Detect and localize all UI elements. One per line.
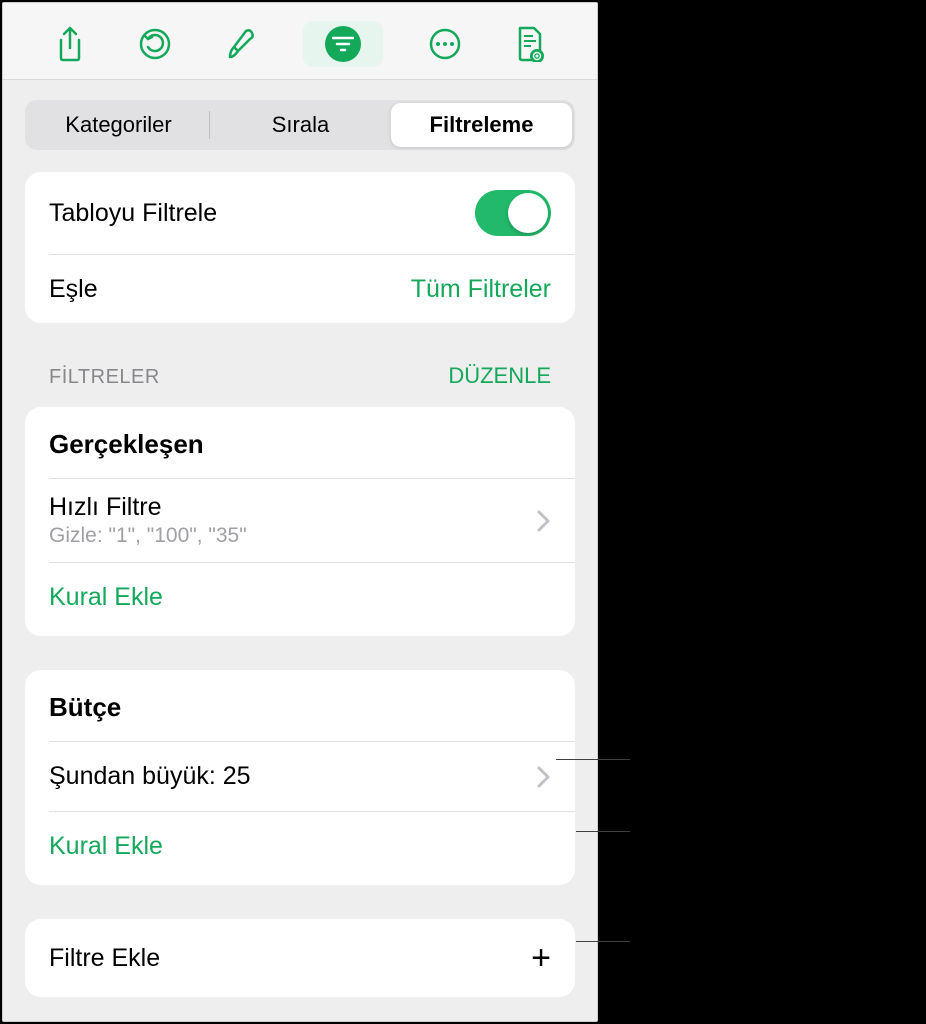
match-value: Tüm Filtreler	[411, 275, 551, 304]
add-rule-button: Kural Ekle	[49, 583, 163, 611]
chevron-right-icon	[537, 766, 551, 788]
group-title: Bütçe	[25, 670, 575, 741]
quick-filter-row[interactable]: Hızlı Filtre Gizle: "1", "100", "35"	[25, 479, 575, 562]
add-filter-card[interactable]: Filtre Ekle +	[25, 919, 575, 997]
undo-icon[interactable]	[132, 21, 178, 67]
tab-sort[interactable]: Sırala	[210, 103, 391, 147]
plus-icon: +	[531, 941, 551, 975]
match-label: Eşle	[49, 275, 98, 304]
tab-categories[interactable]: Kategoriler	[28, 103, 209, 147]
callout-line	[576, 831, 630, 832]
filter-table-toggle-row: Tabloyu Filtrele	[25, 172, 575, 254]
filter-icon[interactable]	[303, 21, 383, 67]
rule-label: Şundan büyük: 25	[49, 762, 251, 791]
greater-than-row[interactable]: Şundan büyük: 25	[25, 742, 575, 811]
add-rule-row[interactable]: Kural Ekle	[25, 812, 575, 885]
match-row[interactable]: Eşle Tüm Filtreler	[25, 255, 575, 323]
toolbar	[3, 3, 597, 80]
segmented-control: Kategoriler Sırala Filtreleme	[25, 100, 575, 150]
edit-button[interactable]: DÜZENLE	[448, 363, 551, 389]
callout-line	[576, 941, 630, 942]
callout-line	[556, 759, 630, 760]
share-icon[interactable]	[47, 21, 93, 67]
filter-table-toggle[interactable]	[475, 190, 551, 236]
brush-icon[interactable]	[217, 21, 263, 67]
document-preview-icon[interactable]	[507, 21, 553, 67]
filters-section-title: FİLTRELER	[49, 366, 160, 389]
quick-filter-label: Hızlı Filtre	[49, 493, 247, 522]
group-title: Gerçekleşen	[25, 407, 575, 478]
tab-filter[interactable]: Filtreleme	[391, 103, 572, 147]
quick-filter-sub: Gizle: "1", "100", "35"	[49, 524, 247, 548]
filter-group-butce: Bütçe Şundan büyük: 25 Kural Ekle	[25, 670, 575, 885]
add-rule-row[interactable]: Kural Ekle	[25, 563, 575, 636]
filters-section-header: FİLTRELER DÜZENLE	[25, 363, 575, 397]
filter-group-gerceklesen: Gerçekleşen Hızlı Filtre Gizle: "1", "10…	[25, 407, 575, 636]
filter-table-label: Tabloyu Filtrele	[49, 199, 217, 228]
add-filter-label: Filtre Ekle	[49, 944, 160, 973]
add-rule-button: Kural Ekle	[49, 832, 163, 860]
chevron-right-icon	[537, 510, 551, 532]
more-icon[interactable]	[422, 21, 468, 67]
filter-settings-card: Tabloyu Filtrele Eşle Tüm Filtreler	[25, 172, 575, 323]
